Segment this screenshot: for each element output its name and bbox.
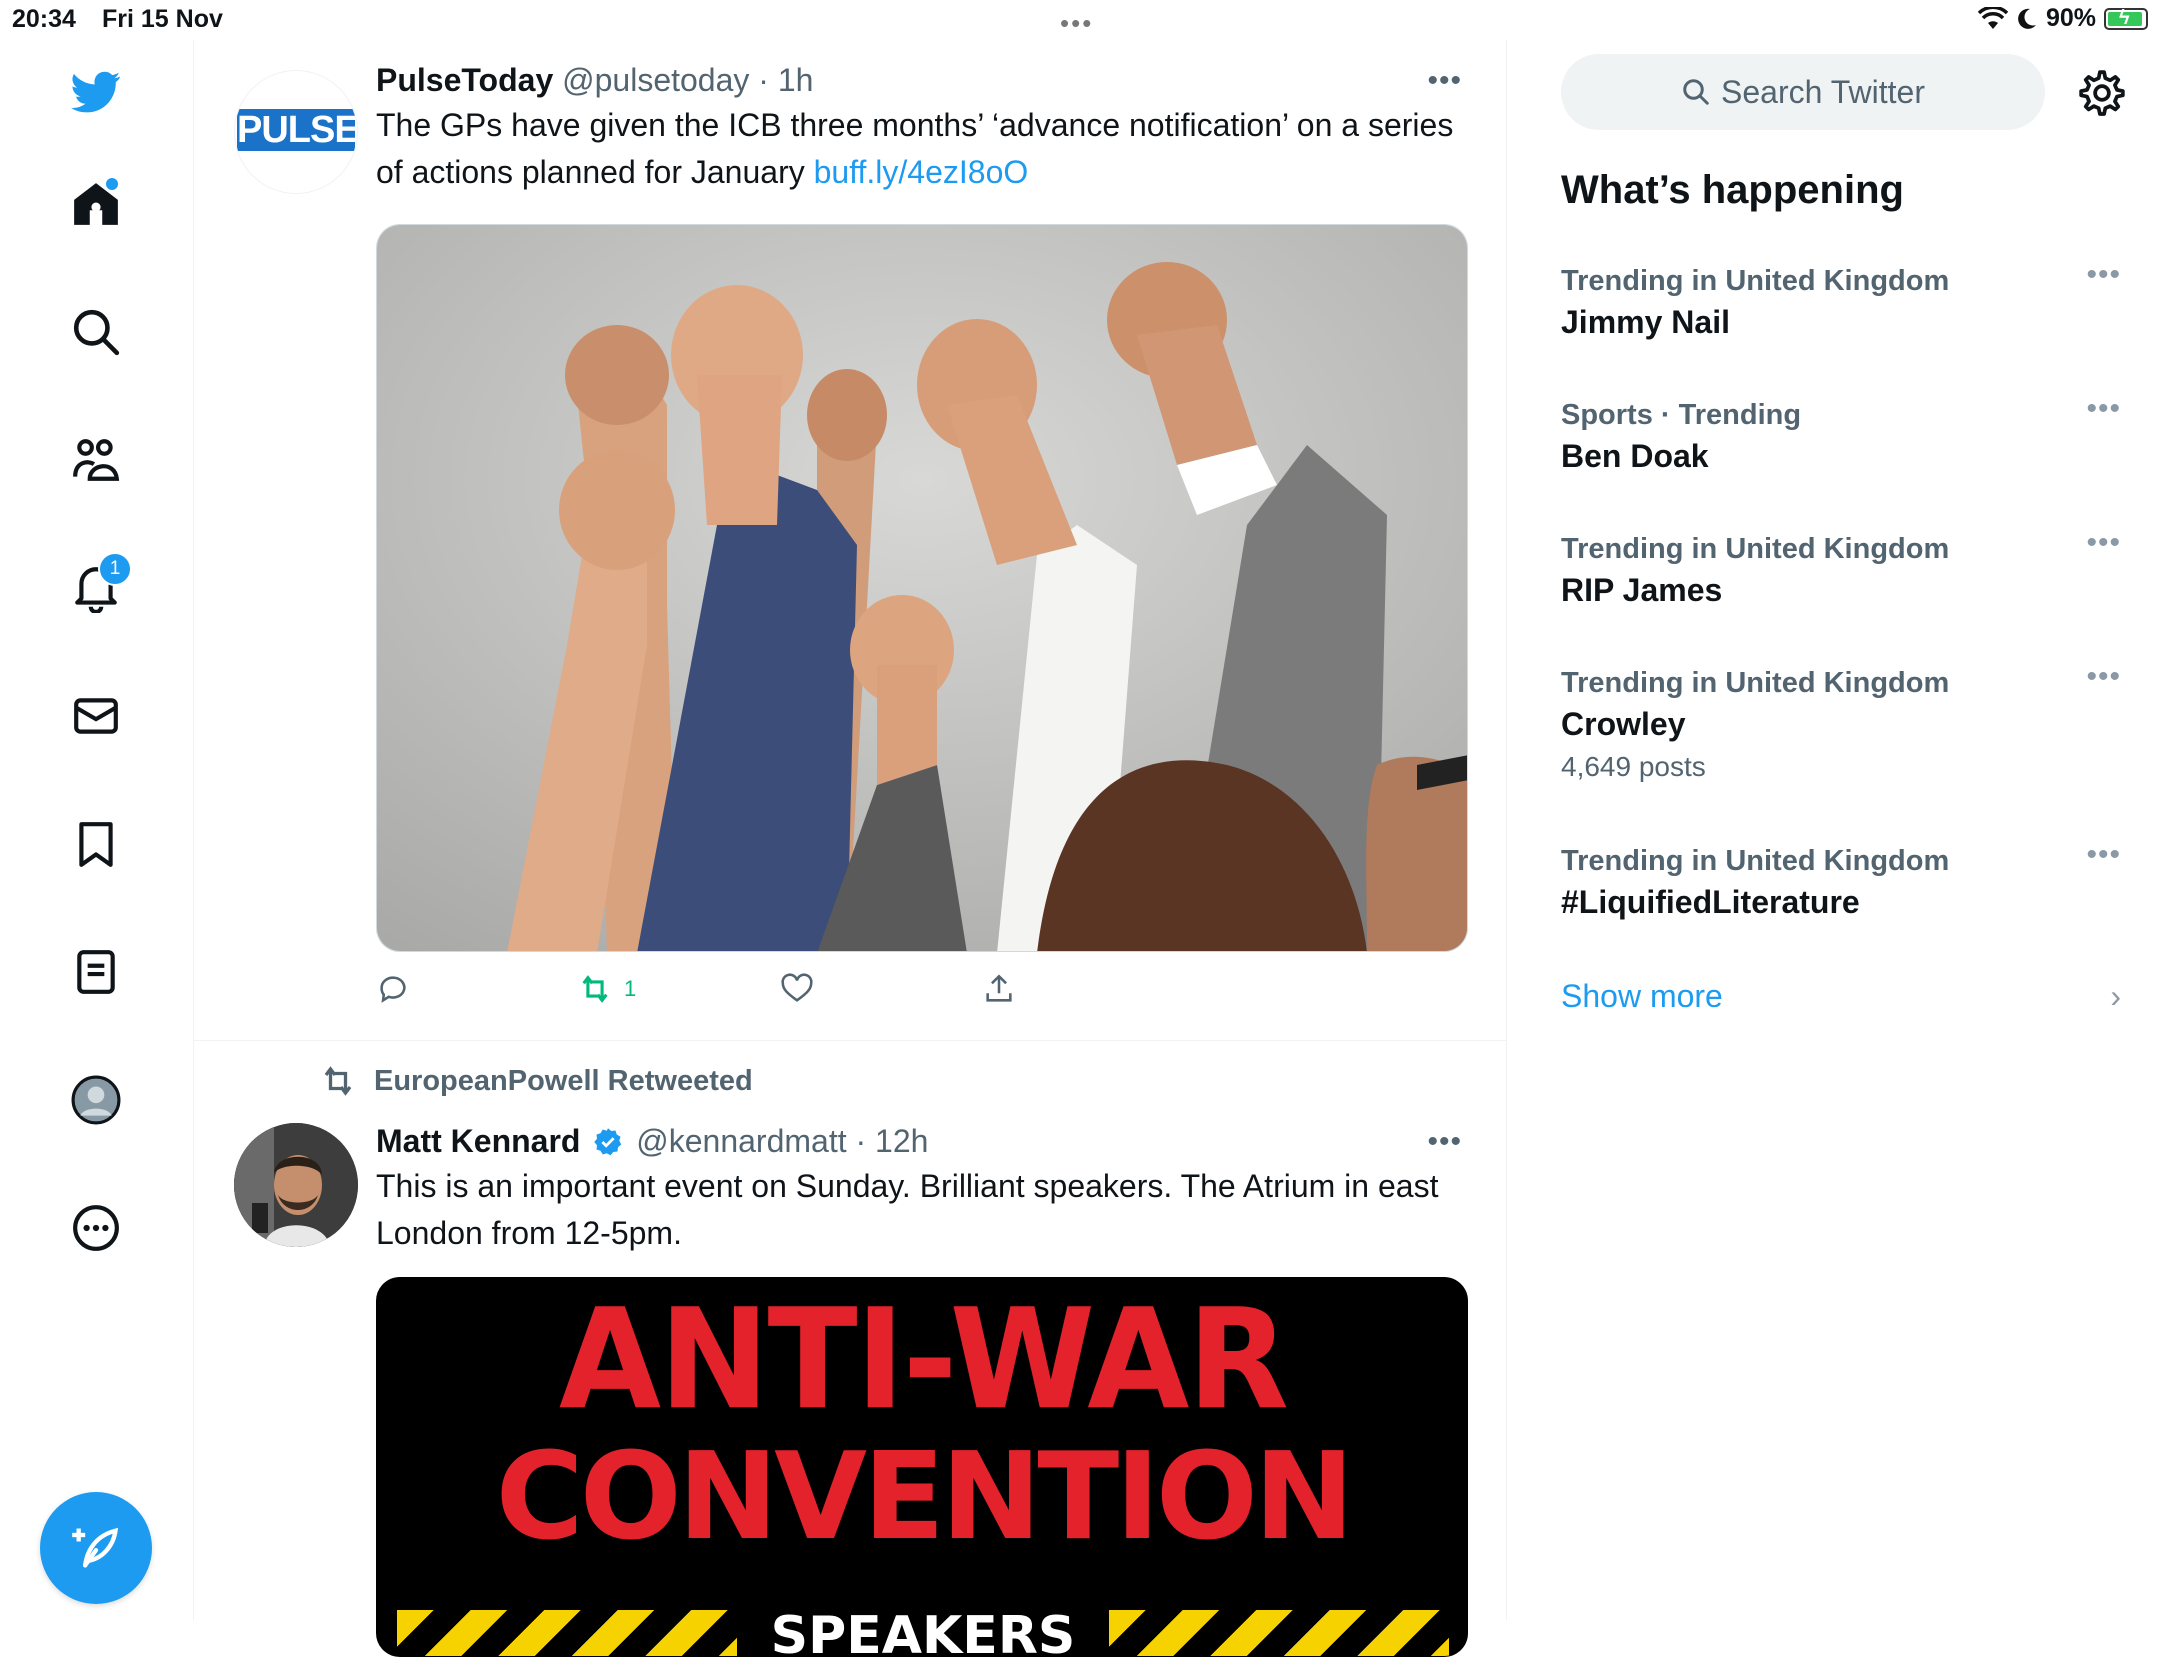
poster-speakers: SPEAKERS [770, 1606, 1076, 1657]
new-tweets-dot [106, 178, 118, 190]
tweet-text: The GPs have given the ICB three months’… [376, 107, 1454, 190]
trend-name: Crowley [1561, 706, 1686, 742]
tweet-time[interactable]: 12h [875, 1123, 928, 1159]
author-name[interactable]: PulseToday [376, 62, 553, 98]
retweet-button[interactable]: 1 [578, 972, 780, 1006]
tweet-more-icon[interactable]: ••• [1427, 1125, 1462, 1159]
avatar[interactable]: PULSE [234, 70, 358, 194]
moon-icon [2018, 8, 2036, 29]
battery-percent: 90% [2045, 4, 2096, 32]
home-icon[interactable] [62, 170, 130, 238]
trend-post-count: 4,649 posts [1561, 751, 1706, 782]
timeline: PULSE PulseToday @pulsetoday · 1h The GP… [194, 40, 1507, 1657]
hazard-stripes-right [1109, 1610, 1449, 1656]
show-more-link[interactable]: Show more › [1561, 978, 2121, 1015]
share-icon [986, 974, 1012, 1002]
trend-item[interactable]: Trending in United Kingdom Crowley 4,649… [1561, 660, 2121, 788]
reply-button[interactable] [376, 972, 578, 1006]
mail-icon[interactable] [62, 682, 130, 750]
profile-icon[interactable] [62, 1066, 130, 1134]
trend-meta: Trending in United Kingdom [1561, 845, 1950, 877]
trend-more-icon[interactable]: ••• [2086, 526, 2121, 560]
trend-more-icon[interactable]: ••• [2086, 392, 2121, 426]
trend-name: #LiquifiedLiterature [1561, 884, 1860, 920]
trend-item[interactable]: Sports · Trending Ben Doak ••• [1561, 392, 2121, 478]
chevron-right-icon: › [2110, 978, 2121, 1014]
author-name[interactable]: Matt Kennard [376, 1123, 580, 1159]
retweeted-by[interactable]: EuropeanPowell Retweeted [318, 1063, 753, 1099]
trend-name: RIP James [1561, 572, 1723, 608]
tweet-actions: 1 [376, 972, 1184, 1006]
wifi-icon [1977, 6, 2008, 29]
retweet-icon [582, 975, 608, 1003]
trend-name: Jimmy Nail [1561, 304, 1730, 340]
right-sidebar: Search Twitter What’s happening Trending… [1507, 40, 2160, 1620]
twitter-logo-icon[interactable] [62, 58, 130, 126]
matt-kennard-photo [234, 1123, 358, 1247]
trend-more-icon[interactable]: ••• [2086, 660, 2121, 694]
communities-icon[interactable] [62, 426, 130, 494]
retweeted-by-label: EuropeanPowell Retweeted [374, 1064, 753, 1097]
tweet-header: Matt Kennard @kennardmatt · 12h [376, 1123, 929, 1159]
poster-title-line2: CONVENTION [495, 1428, 1355, 1567]
tweet-time[interactable]: 1h [778, 62, 814, 98]
trend-meta: Trending in United Kingdom [1561, 533, 1950, 565]
trend-meta: Sports · Trending [1561, 399, 1802, 431]
tweet-text: This is an important event on Sunday. Br… [376, 1168, 1439, 1251]
author-handle[interactable]: @kennardmatt [636, 1123, 846, 1159]
lists-icon[interactable] [62, 938, 130, 1006]
trend-item[interactable]: Trending in United Kingdom #LiquifiedLit… [1561, 838, 2121, 924]
like-button[interactable] [780, 972, 982, 1006]
search-icon[interactable] [62, 298, 130, 366]
tweet-body: PulseToday @pulsetoday · 1h The GPs have… [376, 60, 1468, 196]
bookmark-icon[interactable] [62, 810, 130, 878]
tweet-more-icon[interactable]: ••• [1427, 64, 1462, 98]
show-more-label: Show more [1561, 978, 1723, 1014]
compose-icon [72, 1527, 119, 1568]
tweet-link[interactable]: buff.ly/4ezI8oO [814, 154, 1029, 190]
retweet-count: 1 [624, 976, 637, 1001]
reply-icon [380, 976, 406, 1003]
status-date: Fri 15 Nov [102, 5, 223, 33]
like-icon [781, 973, 813, 1002]
pulse-logo: PULSE [237, 109, 358, 151]
notifications-bell-icon[interactable]: 1 [62, 552, 132, 622]
search-input[interactable]: Search Twitter [1561, 54, 2045, 130]
verified-icon [594, 1128, 622, 1156]
gear-icon[interactable] [2077, 68, 2127, 118]
tweet-body: Matt Kennard @kennardmatt · 12h This is … [376, 1121, 1468, 1257]
search-icon [1683, 79, 1709, 105]
battery-icon: ϟ [2104, 7, 2148, 30]
retweet-icon [324, 1066, 352, 1096]
trend-more-icon[interactable]: ••• [2086, 838, 2121, 872]
left-navigation: 1 [0, 40, 194, 1620]
whats-happening-title: What’s happening [1561, 168, 1904, 212]
more-icon[interactable] [62, 1194, 130, 1262]
poster-title-line1: ANTI-WAR [558, 1279, 1289, 1441]
trend-item[interactable]: Trending in United Kingdom RIP James ••• [1561, 526, 2121, 612]
raised-fists-photo [377, 225, 1467, 951]
share-button[interactable] [982, 972, 1184, 1006]
trend-item[interactable]: Trending in United Kingdom Jimmy Nail ••… [1561, 258, 2121, 344]
tweet-divider [194, 1040, 1506, 1041]
trend-name: Ben Doak [1561, 438, 1709, 474]
status-bar: 20:34 Fri 15 Nov ••• 90% ϟ [0, 0, 2160, 40]
tweet-image[interactable] [376, 224, 1468, 952]
trend-meta: Trending in United Kingdom [1561, 265, 1950, 297]
trend-more-icon[interactable]: ••• [2086, 258, 2121, 292]
avatar[interactable] [234, 1123, 358, 1247]
author-handle[interactable]: @pulsetoday [562, 62, 749, 98]
compose-tweet-button[interactable] [40, 1492, 152, 1604]
search-placeholder: Search Twitter [1721, 73, 1925, 110]
trend-meta: Trending in United Kingdom [1561, 667, 1950, 699]
tweet-header: PulseToday @pulsetoday · 1h [376, 62, 814, 98]
status-indicators: 90% ϟ [1977, 4, 2148, 33]
hazard-stripes-left [397, 1610, 737, 1656]
multitasking-dots-icon[interactable]: ••• [1060, 8, 1093, 39]
notification-badge: 1 [98, 552, 132, 586]
status-time: 20:34 [12, 5, 76, 33]
tweet-image[interactable]: ANTI-WAR CONVENTION SPEAKERS [376, 1277, 1468, 1657]
